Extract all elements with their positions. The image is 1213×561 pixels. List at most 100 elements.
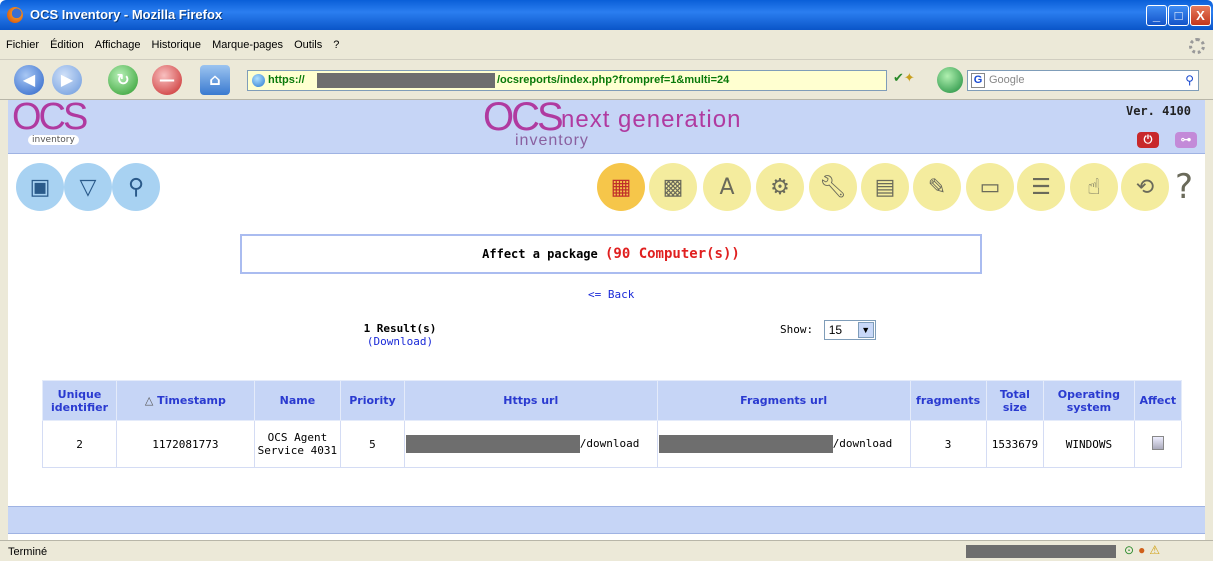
close-button[interactable]: X [1190, 5, 1211, 26]
col-unique-identifier[interactable]: Unique identifier [42, 380, 117, 421]
window-title: OCS Inventory - Mozilla Firefox [30, 7, 223, 22]
redacted-fragments-host [658, 435, 833, 453]
right-frame [1205, 100, 1213, 540]
google-engine-icon[interactable]: G [971, 73, 985, 88]
download-link[interactable]: (Download) [340, 335, 460, 348]
maximize-button[interactable]: □ [1168, 5, 1189, 26]
search-box[interactable]: G Google ⚲ [967, 70, 1199, 91]
status-bar: Terminé ⊙●⚠ [0, 540, 1213, 561]
col-priority[interactable]: Priority [340, 380, 405, 421]
address-bar[interactable]: https:// /ocsreports/index.php?frompref=… [247, 70, 887, 91]
package-icon[interactable]: ▦ [597, 163, 645, 211]
col-fragments[interactable]: fragments [909, 380, 987, 421]
menu-help[interactable]: ? [333, 39, 339, 51]
col-total-size[interactable]: Total size [985, 380, 1045, 421]
show-label: Show: [780, 323, 814, 336]
cell-name: OCS Agent Service 4031 [253, 420, 342, 468]
ocs-logo[interactable]: OCS inventory [12, 96, 132, 152]
dictionary-icon[interactable]: A [703, 163, 751, 211]
back-button[interactable]: ◀ [14, 65, 44, 95]
computer-count: (90 Computer(s)) [604, 246, 740, 262]
col-timestamp-label: Timestamp [157, 394, 226, 407]
cell-fragments: 3 [909, 420, 987, 468]
affect-label: Affect a package [482, 247, 598, 261]
security-check-icon[interactable]: ✔ [893, 71, 904, 86]
firewall-icon[interactable]: ▩ [649, 163, 697, 211]
reload-button[interactable]: ↻ [108, 65, 138, 95]
warning-icon[interactable]: ⚠ [1149, 543, 1164, 557]
affect-package-banner: Affect a package (90 Computer(s)) [240, 234, 982, 274]
minimize-button[interactable]: _ [1146, 5, 1167, 26]
forward-arrow-icon: ▶ [60, 70, 74, 89]
status-text: Terminé [8, 546, 48, 558]
col-fragments-url[interactable]: Fragments url [656, 380, 911, 421]
cell-total-size: 1533679 [985, 420, 1045, 468]
search-icon[interactable]: ⚲ [112, 163, 160, 211]
forward-button[interactable]: ▶ [52, 65, 82, 95]
upload-icon[interactable]: ☝ [1070, 163, 1118, 211]
security-status-icon[interactable]: ⊙ [1124, 543, 1138, 557]
table-row: 2 1172081773 OCS Agent Service 4031 5 /d… [42, 420, 1183, 468]
ocs-footer [8, 506, 1205, 534]
cell-fragments-url: /download [656, 420, 911, 468]
menu-fichier[interactable]: Fichier [6, 39, 39, 51]
col-https-url[interactable]: Https url [403, 380, 658, 421]
firefox-status-icon[interactable]: ● [1138, 543, 1149, 557]
page-size-select[interactable]: 15 ▼ [823, 320, 876, 340]
redacted-https-host [405, 435, 580, 453]
cell-affect [1133, 420, 1183, 468]
url-scheme: https:// [268, 74, 305, 86]
help-icon[interactable]: ? [1162, 163, 1206, 211]
ocs-logo-subtext: inventory [28, 135, 79, 145]
cell-priority: 5 [340, 420, 405, 468]
col-operating-system[interactable]: Operating system [1043, 380, 1135, 421]
config-icon[interactable]: ⚙ [756, 163, 804, 211]
document-icon[interactable]: ☰ [1017, 163, 1065, 211]
url-redacted-host [317, 73, 495, 88]
cell-operating-system: WINDOWS [1043, 420, 1135, 468]
filter-icon[interactable]: ▽ [64, 163, 112, 211]
menu-outils[interactable]: Outils [294, 39, 322, 51]
cell-id: 2 [42, 420, 117, 468]
menu-edition[interactable]: Édition [50, 39, 84, 51]
col-timestamp[interactable]: △ Timestamp [116, 380, 255, 421]
col-affect[interactable]: Affect [1133, 380, 1183, 421]
registry-icon[interactable]: ▤ [861, 163, 909, 211]
window-titlebar: OCS Inventory - Mozilla Firefox _ □ X [0, 0, 1213, 30]
menu-marque-pages[interactable]: Marque-pages [212, 39, 283, 51]
search-magnifier-icon[interactable]: ⚲ [1185, 73, 1194, 87]
home-button[interactable]: ⌂ [200, 65, 230, 95]
fragments-url-suffix: /download [832, 437, 893, 450]
navigation-toolbar: ◀ ▶ ↻ — ⌂ https:// /ocsreports/index.php… [0, 60, 1213, 100]
firefox-icon [7, 7, 23, 23]
computers-icon[interactable]: ▣ [16, 163, 64, 211]
address-extension-icons[interactable]: ✔✦ [893, 71, 933, 89]
url-path: /ocsreports/index.php?frompref=1&multi=2… [497, 74, 730, 86]
devices-icon[interactable]: ▭ [966, 163, 1014, 211]
stop-button[interactable]: — [152, 65, 182, 95]
menu-historique[interactable]: Historique [152, 39, 202, 51]
chevron-down-icon[interactable]: ▼ [857, 322, 874, 338]
go-button[interactable] [937, 67, 963, 93]
stop-icon: — [159, 70, 175, 89]
home-icon: ⌂ [209, 70, 221, 89]
cell-https-url: /download [403, 420, 658, 468]
left-frame [0, 100, 8, 540]
menu-affichage[interactable]: Affichage [95, 39, 141, 51]
tools-icon[interactable]: 🔧︎ [809, 163, 857, 211]
site-identity-icon[interactable] [252, 74, 265, 87]
affect-package-icon[interactable] [1151, 435, 1164, 450]
notes-icon[interactable]: ✎ [913, 163, 961, 211]
search-placeholder: Google [989, 74, 1025, 86]
col-name[interactable]: Name [253, 380, 342, 421]
ocs-logo-text: OCS [12, 96, 88, 138]
status-icons[interactable]: ⊙●⚠ [1124, 543, 1164, 557]
results-summary: 1 Result(s) (Download) [340, 322, 460, 348]
back-arrow-icon: ◀ [22, 70, 36, 89]
reload-icon: ↻ [116, 70, 130, 89]
back-link[interactable]: <= Back [588, 288, 634, 301]
key-icon[interactable]: ⊶ [1175, 132, 1197, 148]
feed-icon[interactable]: ✦ [904, 71, 915, 86]
status-redacted [966, 545, 1116, 558]
logout-power-icon[interactable]: ⏻ [1137, 132, 1159, 148]
